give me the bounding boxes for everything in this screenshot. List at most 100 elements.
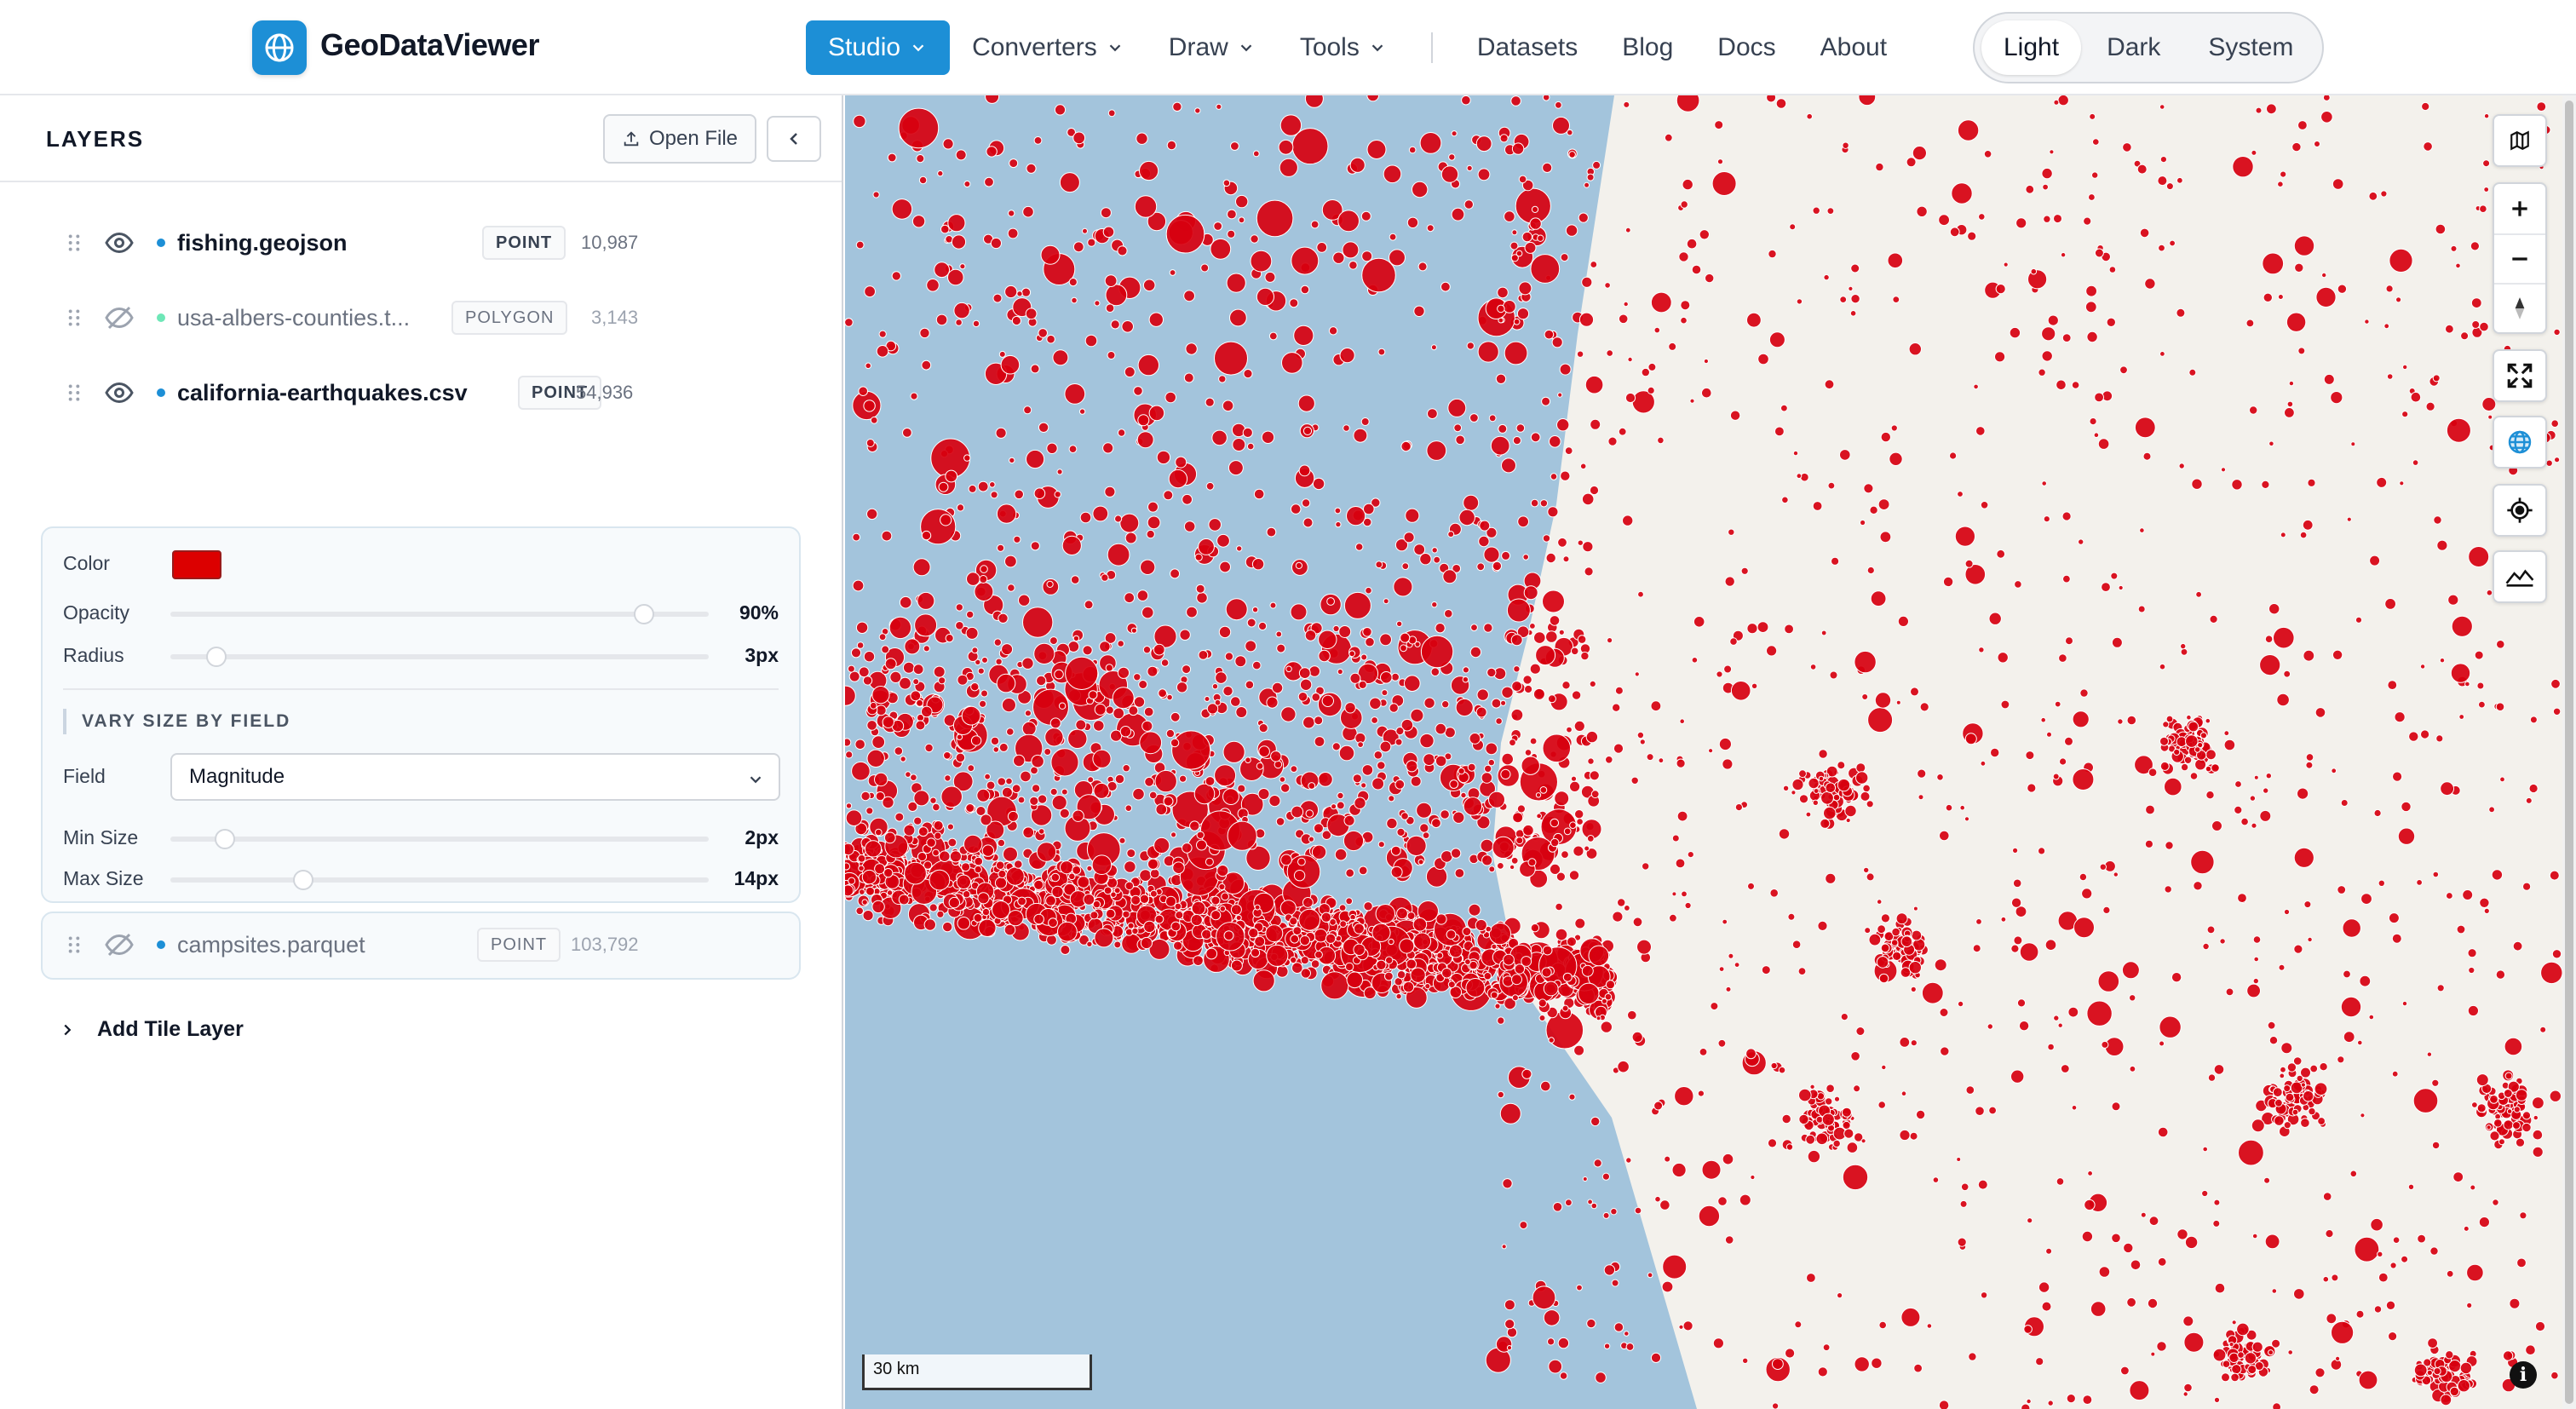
earthquake-point[interactable] [1258, 723, 1268, 733]
earthquake-point[interactable] [1871, 1357, 1883, 1369]
earthquake-point[interactable] [929, 797, 937, 804]
earthquake-point[interactable] [1311, 693, 1321, 702]
earthquake-point[interactable] [2101, 1040, 2109, 1049]
earthquake-point[interactable] [2355, 1309, 2365, 1319]
earthquake-point[interactable] [2343, 1031, 2355, 1044]
earthquake-point[interactable] [2323, 373, 2335, 385]
earthquake-point[interactable] [2272, 1402, 2281, 1409]
earthquake-point[interactable] [962, 890, 971, 899]
earthquake-point[interactable] [2551, 949, 2562, 959]
earthquake-point[interactable] [1110, 319, 1120, 330]
earthquake-point[interactable] [1293, 870, 1306, 882]
earthquake-point[interactable] [1406, 835, 1427, 857]
earthquake-point[interactable] [1564, 446, 1573, 456]
earthquake-point[interactable] [2180, 642, 2187, 650]
earthquake-point[interactable] [1194, 553, 1203, 561]
earthquake-point[interactable] [2308, 1107, 2316, 1116]
earthquake-point[interactable] [2213, 1064, 2225, 1075]
earthquake-point[interactable] [2159, 663, 2166, 670]
earthquake-point[interactable] [929, 903, 938, 912]
earthquake-point[interactable] [2144, 839, 2154, 848]
earthquake-point[interactable] [1182, 493, 1193, 505]
earthquake-point[interactable] [1250, 250, 1273, 273]
earthquake-point[interactable] [2264, 635, 2274, 644]
earthquake-point[interactable] [2285, 1092, 2295, 1102]
earthquake-point[interactable] [2184, 1235, 2199, 1250]
earthquake-point[interactable] [2194, 758, 2207, 771]
earthquake-point[interactable] [1524, 684, 1533, 694]
earthquake-point[interactable] [1569, 780, 1581, 793]
earthquake-point[interactable] [1650, 291, 1672, 313]
earthquake-point[interactable] [1462, 676, 1469, 683]
earthquake-point[interactable] [1680, 200, 1688, 209]
earthquake-point[interactable] [1173, 940, 1183, 951]
earthquake-point[interactable] [1840, 1013, 1849, 1021]
earthquake-point[interactable] [977, 667, 985, 675]
earthquake-point[interactable] [1278, 139, 1294, 155]
earthquake-point[interactable] [1831, 556, 1840, 566]
earthquake-point[interactable] [1911, 929, 1923, 941]
earthquake-point[interactable] [1481, 772, 1493, 784]
earthquake-point[interactable] [2471, 320, 2481, 329]
earthquake-point[interactable] [1995, 284, 2006, 295]
earthquake-point[interactable] [1585, 730, 1599, 744]
earthquake-point[interactable] [1302, 716, 1315, 729]
earthquake-point[interactable] [1469, 733, 1481, 745]
earthquake-point[interactable] [2065, 636, 2073, 646]
earthquake-point[interactable] [1198, 538, 1215, 555]
earthquake-point[interactable] [1400, 440, 1412, 452]
earthquake-point[interactable] [863, 400, 876, 412]
earthquake-point[interactable] [2492, 1199, 2499, 1206]
earthquake-point[interactable] [2447, 594, 2459, 606]
earthquake-point[interactable] [2386, 373, 2394, 380]
earthquake-point[interactable] [1964, 733, 1977, 745]
earthquake-point[interactable] [1402, 981, 1415, 993]
earthquake-point[interactable] [1549, 435, 1561, 448]
earthquake-point[interactable] [1477, 168, 1491, 181]
earthquake-point[interactable] [1956, 1157, 1962, 1162]
earthquake-point[interactable] [2253, 774, 2259, 780]
earthquake-point[interactable] [2010, 1069, 2025, 1084]
earthquake-point[interactable] [1542, 945, 1553, 956]
earthquake-point[interactable] [2190, 849, 2215, 875]
earthquake-point[interactable] [1796, 298, 1803, 305]
earthquake-point[interactable] [1314, 929, 1328, 943]
earthquake-point[interactable] [1127, 922, 1135, 929]
earthquake-point[interactable] [1297, 394, 1315, 412]
earthquake-point[interactable] [1837, 1292, 1843, 1299]
earthquake-point[interactable] [2206, 925, 2216, 935]
earthquake-point[interactable] [1297, 692, 1308, 702]
earthquake-point[interactable] [1492, 836, 1515, 860]
earthquake-point[interactable] [859, 889, 865, 895]
earthquake-point[interactable] [1400, 812, 1409, 820]
earthquake-point[interactable] [2512, 1121, 2521, 1130]
earthquake-point[interactable] [2085, 285, 2097, 297]
earthquake-point[interactable] [1729, 410, 1741, 421]
earthquake-point[interactable] [2049, 149, 2055, 155]
earthquake-point[interactable] [1862, 784, 1871, 793]
earthquake-point[interactable] [2089, 417, 2097, 426]
earthquake-point[interactable] [2126, 1297, 2136, 1308]
earthquake-point[interactable] [2433, 515, 2442, 525]
globe-icon[interactable] [2494, 417, 2545, 467]
earthquake-point[interactable] [1809, 1084, 1815, 1090]
earthquake-point[interactable] [1183, 520, 1196, 532]
earthquake-point[interactable] [1784, 624, 1794, 635]
earthquake-point[interactable] [944, 774, 952, 782]
earthquake-point[interactable] [1230, 141, 1239, 151]
earthquake-point[interactable] [2010, 944, 2020, 953]
earthquake-point[interactable] [1040, 244, 1061, 265]
earthquake-point[interactable] [1921, 981, 1944, 1004]
earthquake-point[interactable] [1470, 624, 1478, 631]
earthquake-point[interactable] [1495, 373, 1507, 384]
earthquake-point[interactable] [2003, 262, 2009, 267]
earthquake-point[interactable] [2212, 1219, 2221, 1228]
earthquake-point[interactable] [2263, 787, 2269, 794]
earthquake-point[interactable] [2519, 1211, 2527, 1220]
earthquake-point[interactable] [1975, 918, 1982, 925]
earthquake-point[interactable] [2337, 885, 2347, 894]
earthquake-point[interactable] [973, 913, 983, 923]
earthquake-point[interactable] [1417, 262, 1428, 272]
earthquake-point[interactable] [1334, 848, 1348, 861]
earthquake-point[interactable] [1745, 1048, 1757, 1060]
